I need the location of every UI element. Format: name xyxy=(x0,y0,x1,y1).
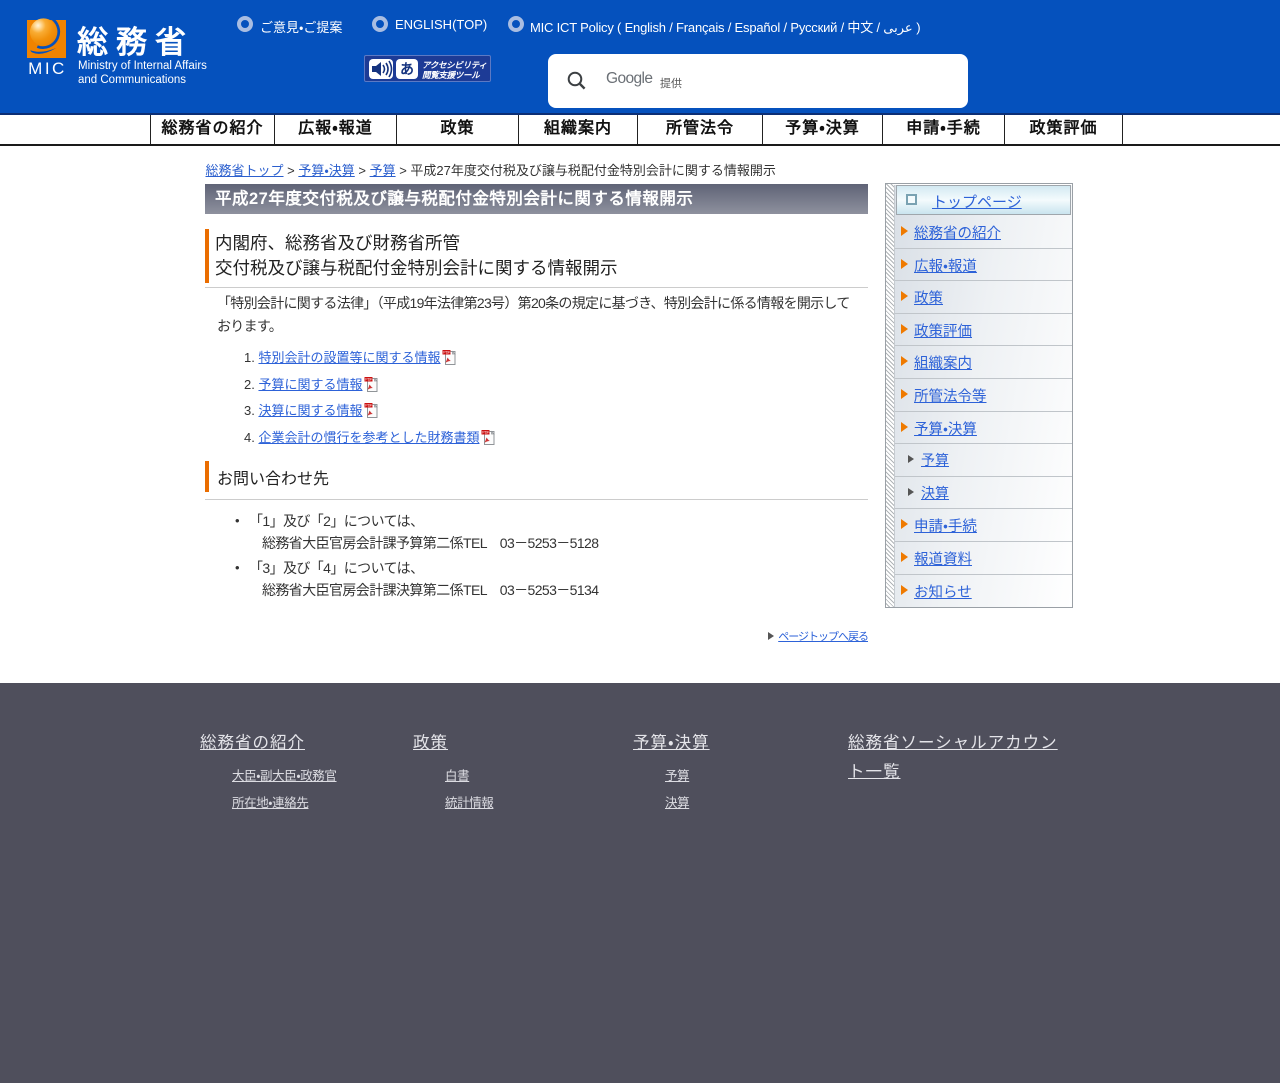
svg-text:PDF: PDF xyxy=(444,351,452,355)
svg-text:PDF: PDF xyxy=(366,377,374,381)
svg-text:PDF: PDF xyxy=(366,404,374,408)
svg-text:PDF: PDF xyxy=(483,430,491,434)
